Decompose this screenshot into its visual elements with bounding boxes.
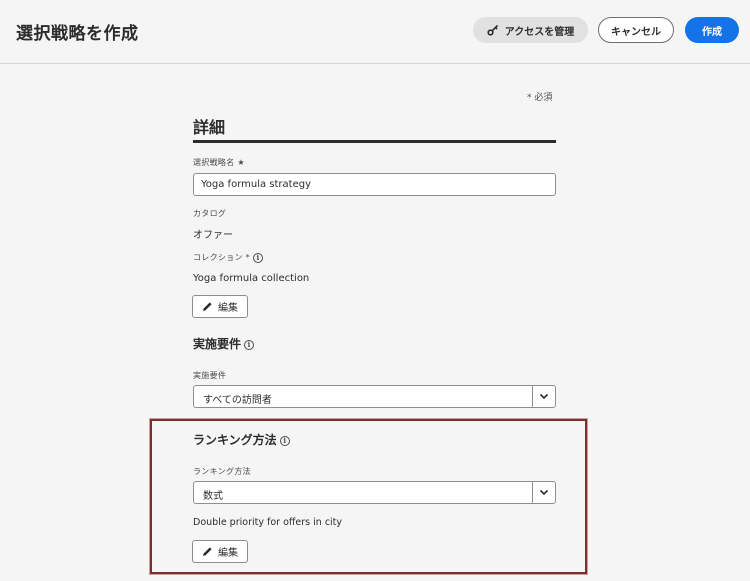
cancel-button[interactable]: キャンセル — [598, 17, 674, 43]
edit-label: 編集 — [218, 548, 238, 559]
chevron-down-icon — [539, 393, 549, 400]
page-title: 選択戦略を作成 — [16, 24, 139, 44]
header-bar: 選択戦略を作成 アクセスを管理 キャンセル 作成 — [0, 0, 750, 64]
info-icon[interactable]: i — [252, 252, 263, 263]
eligibility-dropdown-button[interactable] — [532, 386, 555, 407]
ranking-method-select[interactable]: 数式 — [193, 481, 556, 504]
eligibility-select[interactable]: すべての訪問者 — [193, 385, 556, 408]
details-section-title: 詳細 — [193, 118, 226, 137]
manage-access-label: アクセスを管理 — [504, 26, 575, 38]
eligibility-selected-value: すべての訪問者 — [203, 395, 272, 406]
ranking-section-title: ランキング方法 — [193, 433, 277, 447]
formula-name: Double priority for offers in city — [193, 517, 343, 528]
catalog-value: オファー — [193, 230, 233, 241]
edit-collection-button[interactable]: 編集 — [192, 295, 248, 318]
edit-label: 編集 — [218, 303, 238, 314]
collection-label-row: コレクション * i — [193, 252, 263, 263]
strategy-name-input[interactable]: Yoga formula strategy — [193, 173, 556, 196]
collection-value: Yoga formula collection — [193, 273, 310, 284]
required-note: * 必須 — [527, 93, 553, 103]
ranking-label: ランキング方法 — [193, 467, 251, 476]
edit-ranking-button[interactable]: 編集 — [192, 540, 248, 563]
info-icon[interactable]: i — [244, 339, 255, 350]
section-divider — [193, 140, 556, 143]
ranking-dropdown-button[interactable] — [532, 482, 555, 503]
key-icon — [487, 24, 498, 36]
collection-label: コレクション * — [193, 253, 250, 262]
chevron-down-icon — [539, 489, 549, 496]
pencil-icon — [203, 302, 212, 311]
pencil-icon — [203, 547, 212, 556]
manage-access-button[interactable]: アクセスを管理 — [473, 17, 588, 43]
info-icon[interactable]: i — [279, 435, 290, 446]
eligibility-label: 実施要件 — [193, 371, 227, 380]
catalog-label: カタログ — [193, 209, 227, 218]
strategy-name-label: 選択戦略名 ★ — [193, 158, 245, 167]
ranking-selected-value: 数式 — [203, 491, 223, 502]
eligibility-title-row: 実施要件 i — [193, 335, 255, 352]
ranking-title-row: ランキング方法 i — [193, 431, 290, 448]
create-button[interactable]: 作成 — [685, 17, 739, 43]
eligibility-section-title: 実施要件 — [193, 337, 242, 351]
